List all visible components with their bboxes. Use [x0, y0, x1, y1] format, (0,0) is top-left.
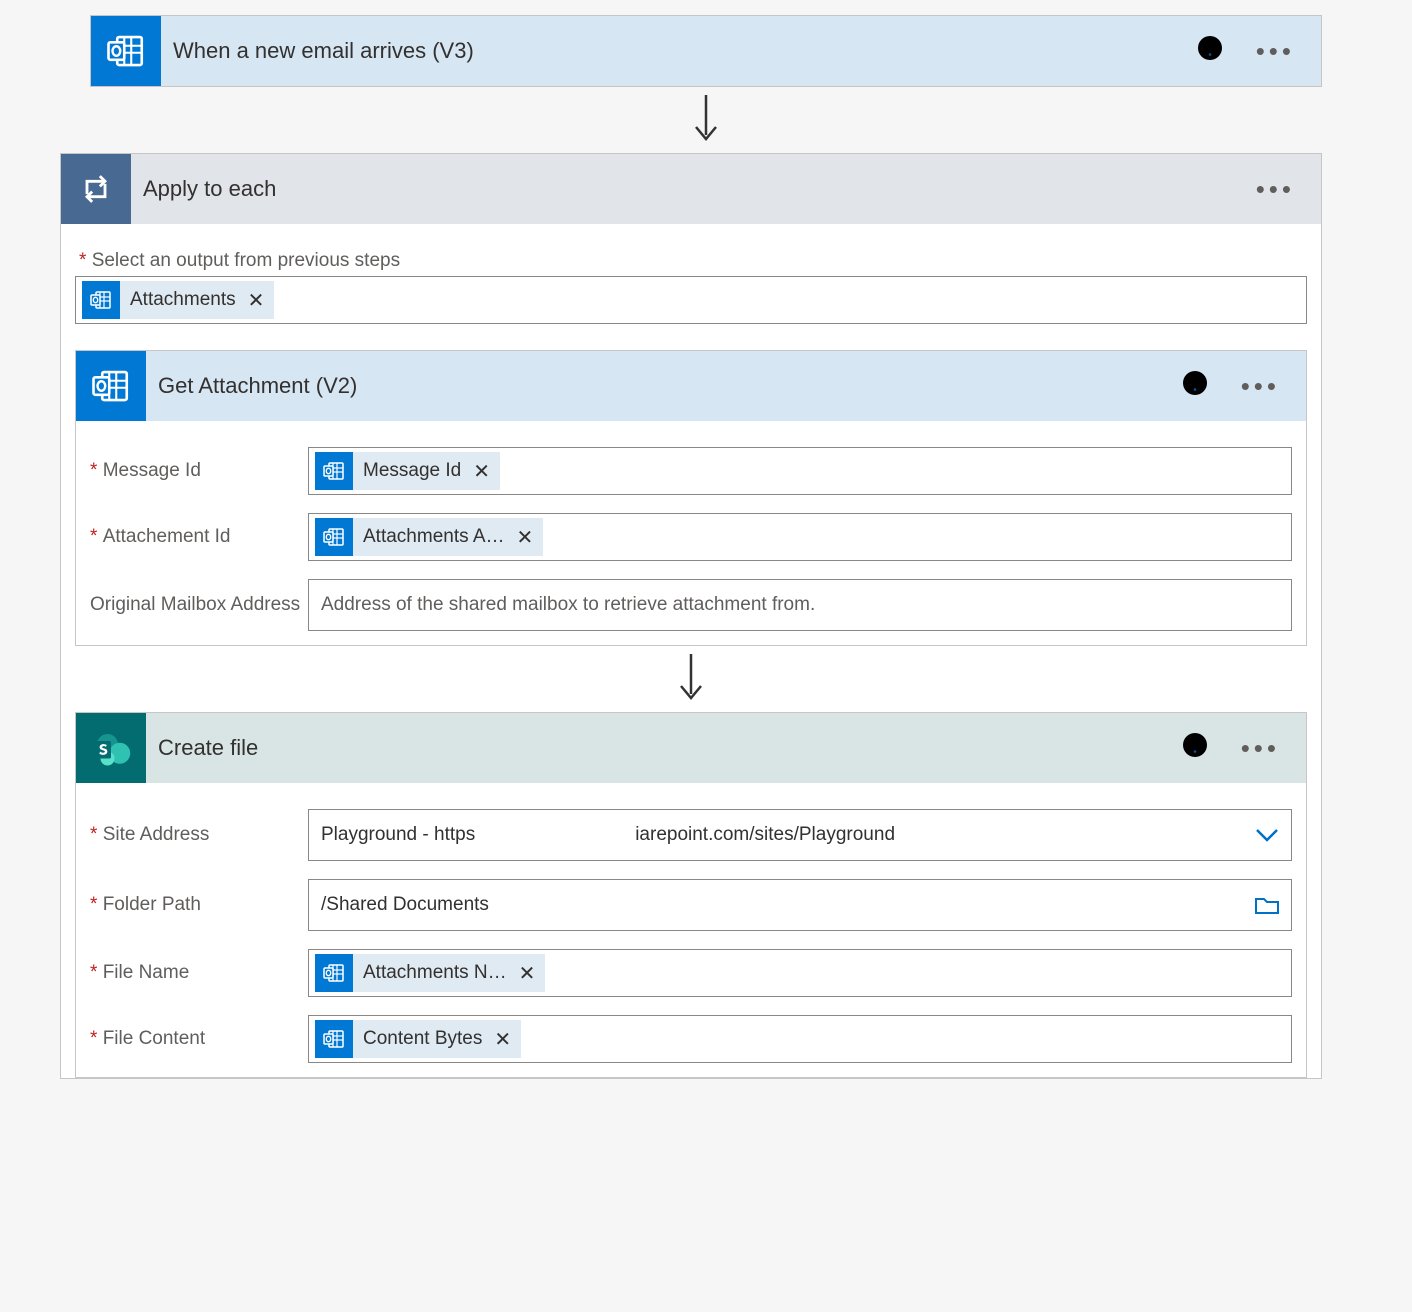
remove-token-button[interactable]: ✕ — [246, 288, 275, 313]
outlook-icon — [82, 281, 120, 319]
more-menu-button[interactable]: ••• — [1256, 36, 1295, 67]
get-attachment-card: Get Attachment (V2) ••• * Message Id — [75, 350, 1307, 646]
token-message-id[interactable]: Message Id ✕ — [315, 452, 500, 490]
site-address-select[interactable]: Playground - https iarepoint.com/sites/P… — [308, 809, 1292, 861]
token-attachments-name[interactable]: Attachments N… ✕ — [315, 954, 545, 992]
outlook-icon — [76, 351, 146, 421]
outlook-icon — [315, 452, 353, 490]
help-icon[interactable] — [1181, 731, 1209, 765]
outlook-icon — [315, 518, 353, 556]
create-file-header[interactable]: Create file ••• — [76, 713, 1306, 783]
apply-to-each-header[interactable]: Apply to each ••• — [61, 154, 1321, 224]
sharepoint-icon — [76, 713, 146, 783]
label-message-id: * Message Id — [90, 460, 308, 482]
outlook-icon — [315, 1020, 353, 1058]
remove-token-button[interactable]: ✕ — [517, 961, 546, 986]
help-icon[interactable] — [1181, 369, 1209, 403]
help-icon[interactable] — [1196, 34, 1224, 68]
remove-token-button[interactable]: ✕ — [492, 1027, 521, 1052]
file-content-field[interactable]: Content Bytes ✕ — [308, 1015, 1292, 1063]
create-file-card: Create file ••• * Site Address Playgroun… — [75, 712, 1307, 1078]
folder-path-input[interactable]: /Shared Documents — [308, 879, 1292, 931]
outlook-icon — [91, 16, 161, 86]
arrow-connector — [75, 646, 1307, 712]
remove-token-button[interactable]: ✕ — [515, 525, 544, 550]
loop-icon — [61, 154, 131, 224]
token-attachments[interactable]: Attachments ✕ — [82, 281, 274, 319]
select-output-label: * Select an output from previous steps — [75, 250, 1307, 276]
label-file-content: * File Content — [90, 1028, 308, 1050]
token-attachment-id[interactable]: Attachments A… ✕ — [315, 518, 543, 556]
more-menu-button[interactable]: ••• — [1241, 371, 1280, 402]
message-id-field[interactable]: Message Id ✕ — [308, 447, 1292, 495]
trigger-title: When a new email arrives (V3) — [161, 38, 1196, 64]
label-site-address: * Site Address — [90, 824, 308, 846]
label-file-name: * File Name — [90, 962, 308, 984]
attachment-id-field[interactable]: Attachments A… ✕ — [308, 513, 1292, 561]
create-file-title: Create file — [146, 735, 1181, 761]
more-menu-button[interactable]: ••• — [1241, 733, 1280, 764]
mailbox-input[interactable]: Address of the shared mailbox to retriev… — [308, 579, 1292, 631]
chevron-down-icon[interactable] — [1253, 822, 1281, 848]
outlook-icon — [315, 954, 353, 992]
token-content-bytes[interactable]: Content Bytes ✕ — [315, 1020, 521, 1058]
select-output-field[interactable]: Attachments ✕ — [75, 276, 1307, 324]
label-mailbox: Original Mailbox Address — [90, 594, 308, 616]
label-attachment-id: * Attachement Id — [90, 526, 308, 548]
folder-picker-icon[interactable] — [1253, 892, 1281, 918]
get-attachment-title: Get Attachment (V2) — [146, 373, 1181, 399]
trigger-card[interactable]: When a new email arrives (V3) ••• — [90, 15, 1322, 87]
apply-to-each-card: Apply to each ••• * Select an output fro… — [60, 153, 1322, 1079]
file-name-field[interactable]: Attachments N… ✕ — [308, 949, 1292, 997]
arrow-connector — [90, 87, 1322, 153]
label-folder-path: * Folder Path — [90, 894, 308, 916]
apply-to-each-title: Apply to each — [131, 176, 1256, 202]
remove-token-button[interactable]: ✕ — [471, 459, 500, 484]
more-menu-button[interactable]: ••• — [1256, 174, 1295, 205]
get-attachment-header[interactable]: Get Attachment (V2) ••• — [76, 351, 1306, 421]
